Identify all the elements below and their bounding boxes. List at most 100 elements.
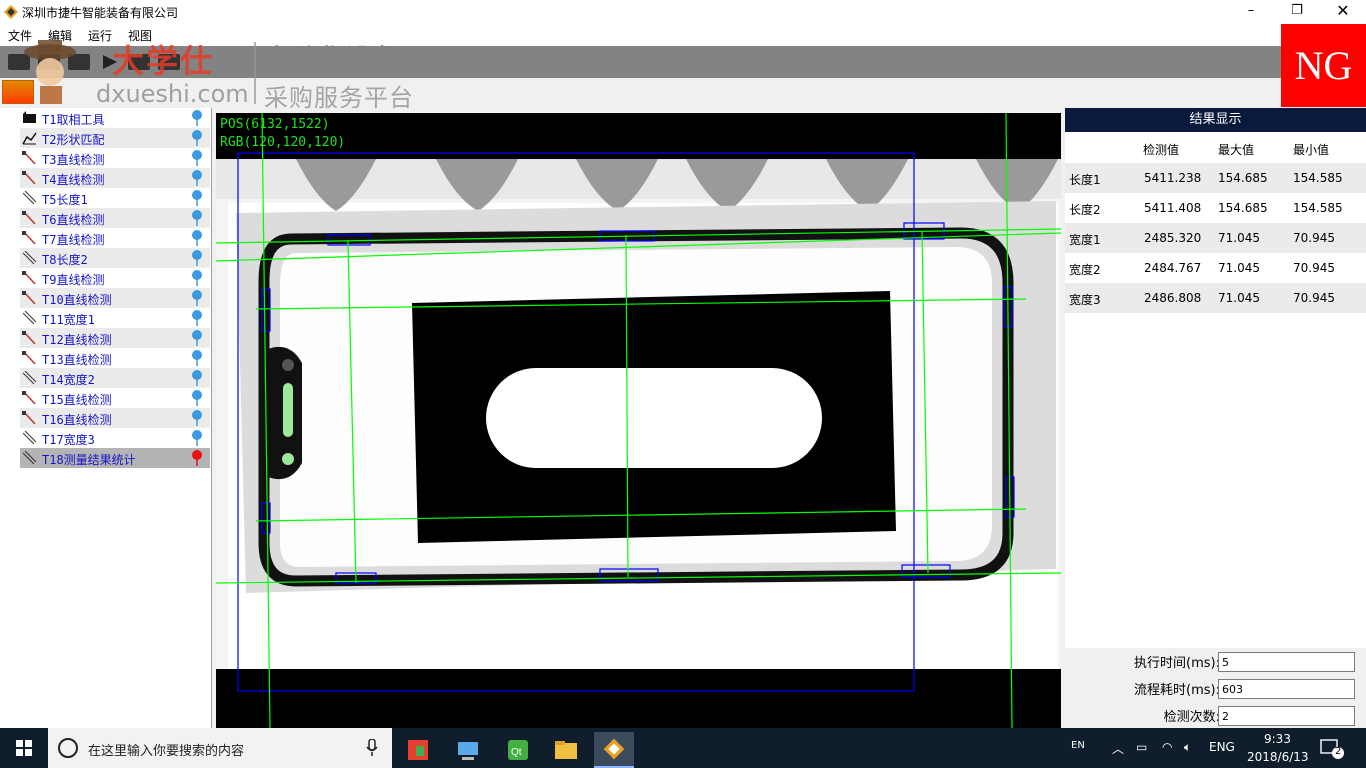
- tree-item[interactable]: T13直线检测: [20, 348, 210, 368]
- detect-count-field[interactable]: 2: [1218, 706, 1355, 726]
- copy-icon[interactable]: [68, 54, 90, 70]
- tree-item[interactable]: T7直线检测: [20, 228, 210, 248]
- run-icon[interactable]: [98, 54, 120, 70]
- length-measure-icon: [22, 371, 37, 385]
- result-row: 宽度1 2485.320 71.045 70.945: [1065, 223, 1366, 253]
- search-placeholder: 在这里输入你要搜索的内容: [88, 744, 245, 759]
- minimize-button[interactable]: –: [1228, 0, 1274, 24]
- save-icon[interactable]: [38, 54, 60, 70]
- qt-app-icon[interactable]: Qt: [498, 732, 538, 768]
- tree-item[interactable]: T2形状匹配: [20, 128, 210, 148]
- tree-item-label: T10直线检测: [42, 293, 112, 307]
- ime-indicator[interactable]: EN: [1071, 740, 1085, 751]
- taskbar-search-box[interactable]: 在这里输入你要搜索的内容: [48, 728, 392, 768]
- tree-item-label: T13直线检测: [42, 353, 112, 367]
- tree-item-label: T14宽度2: [42, 373, 95, 387]
- battery-icon[interactable]: ▭: [1136, 740, 1147, 754]
- result-max: 154.685: [1218, 201, 1268, 215]
- result-min: 70.945: [1293, 291, 1335, 305]
- inspection-image: [216, 113, 1061, 728]
- cursor-rgb-readout: RGB(120,120,120): [220, 135, 346, 150]
- tree-item[interactable]: T6直线检测: [20, 208, 210, 228]
- language-indicator[interactable]: ENG: [1209, 740, 1235, 754]
- menu-edit[interactable]: 编辑: [48, 27, 72, 44]
- result-row: 长度2 5411.408 154.685 154.585: [1065, 193, 1366, 223]
- menu-file[interactable]: 文件: [8, 27, 32, 44]
- tree-item[interactable]: T14宽度2: [20, 368, 210, 388]
- volume-icon[interactable]: 🔈︎: [1184, 740, 1191, 755]
- microphone-icon[interactable]: [366, 739, 378, 757]
- tree-item[interactable]: T15直线检测: [20, 388, 210, 408]
- notification-count: 2: [1335, 746, 1342, 757]
- tree-item[interactable]: T10直线检测: [20, 288, 210, 308]
- monitor-app-icon[interactable]: [448, 732, 488, 768]
- line-detect-icon: [22, 171, 36, 185]
- menu-view[interactable]: 视图: [128, 27, 152, 44]
- status-flag-icon: [2, 80, 34, 104]
- result-row: 宽度2 2484.767 71.045 70.945: [1065, 253, 1366, 283]
- tree-item-label: T12直线检测: [42, 333, 112, 347]
- tree-item[interactable]: T3直线检测: [20, 148, 210, 168]
- vision-app-icon[interactable]: [594, 732, 634, 768]
- settings-icon[interactable]: [158, 54, 180, 70]
- tree-item[interactable]: T12直线检测: [20, 328, 210, 348]
- wifi-icon[interactable]: ◠: [1162, 740, 1172, 754]
- tree-item[interactable]: T16直线检测: [20, 408, 210, 428]
- file-explorer-icon[interactable]: [546, 732, 586, 768]
- tree-item-label: T1取相工具: [42, 113, 105, 127]
- length-measure-icon: [22, 191, 37, 205]
- result-max: 71.045: [1218, 231, 1260, 245]
- image-view[interactable]: POS(6132,1522) RGB(120,120,120): [216, 113, 1061, 728]
- tree-item[interactable]: T4直线检测: [20, 168, 210, 188]
- search-icon: [58, 738, 78, 758]
- tree-item[interactable]: T1取相工具: [20, 108, 210, 128]
- result-value: 2485.320: [1144, 231, 1202, 245]
- clock-time[interactable]: 9:33: [1264, 732, 1291, 746]
- tree-item[interactable]: T5长度1: [20, 188, 210, 208]
- tree-item[interactable]: T17宽度3: [20, 428, 210, 448]
- menu-run[interactable]: 运行: [88, 27, 112, 44]
- result-name: 长度1: [1069, 173, 1101, 187]
- notifications-icon[interactable]: [1318, 736, 1346, 760]
- status-pin-icon: [192, 410, 202, 426]
- length-measure-icon: [22, 251, 37, 265]
- tree-item[interactable]: T8长度2: [20, 248, 210, 268]
- status-pin-icon: [192, 190, 202, 206]
- result-min: 70.945: [1293, 261, 1335, 275]
- status-pin-icon: [192, 110, 202, 126]
- tree-item[interactable]: T9直线检测: [20, 268, 210, 288]
- clock-date[interactable]: 2018/6/13: [1247, 750, 1309, 764]
- tree-item[interactable]: T11宽度1: [20, 308, 210, 328]
- result-name: 宽度3: [1069, 293, 1101, 307]
- taskbar: 在这里输入你要搜索的内容 Qt EN ︿ ▭ ◠ 🔈︎ ENG 9:33 201…: [0, 728, 1366, 768]
- status-pin-icon: [192, 390, 202, 406]
- result-max: 71.045: [1218, 261, 1260, 275]
- column-header-max: 最大值: [1218, 143, 1255, 157]
- result-value: 2484.767: [1144, 261, 1202, 275]
- line-detect-icon: [22, 151, 36, 165]
- menu-bar: 文件 编辑 运行 视图: [0, 24, 1366, 46]
- line-detect-icon: [22, 331, 36, 345]
- length-measure-icon: [22, 431, 37, 445]
- close-button[interactable]: ✕: [1320, 0, 1366, 24]
- stop-icon[interactable]: [128, 54, 150, 70]
- line-detect-icon: [22, 391, 36, 405]
- status-pin-icon: [192, 230, 202, 246]
- tree-item-label: T16直线检测: [42, 413, 112, 427]
- column-header-min: 最小值: [1293, 143, 1330, 157]
- open-camera-icon[interactable]: [8, 54, 30, 70]
- status-pin-icon: [192, 250, 202, 266]
- ng-result-badge: NG: [1281, 24, 1366, 107]
- tray-expand-icon[interactable]: ︿: [1112, 740, 1124, 757]
- result-max: 71.045: [1218, 291, 1260, 305]
- result-min: 154.585: [1293, 171, 1343, 185]
- maximize-button[interactable]: ❐: [1274, 0, 1320, 24]
- flow-time-field[interactable]: 603: [1218, 679, 1355, 699]
- chart-app-icon[interactable]: [398, 732, 438, 768]
- status-pin-icon: [192, 310, 202, 326]
- tree-item[interactable]: T18测量结果统计: [20, 448, 210, 468]
- line-detect-icon: [22, 271, 36, 285]
- windows-start-icon[interactable]: [0, 728, 48, 768]
- exec-time-field[interactable]: 5: [1218, 652, 1355, 672]
- result-value: 5411.408: [1144, 201, 1202, 215]
